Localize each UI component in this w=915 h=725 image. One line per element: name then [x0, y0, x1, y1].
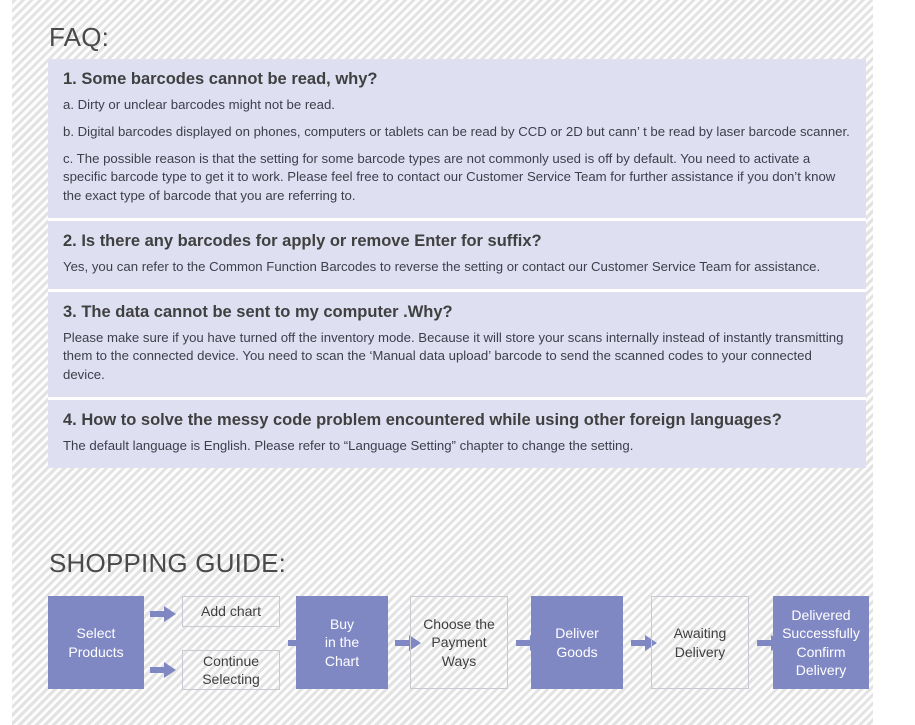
flow-node-line: Successfully — [782, 625, 860, 642]
flow-node-line: Add chart — [201, 603, 261, 620]
faq-answer: The default language is English. Please … — [63, 438, 634, 454]
faq-question: 2. Is there any barcodes for apply or re… — [63, 231, 542, 250]
shopping-guide-flow: Select Products Add chart Continue Selec… — [48, 593, 878, 691]
right-block-arrow-icon — [150, 606, 176, 622]
faq-question: 1. Some barcodes cannot be read, why? — [63, 70, 378, 88]
right-block-arrow-icon — [150, 662, 176, 678]
flow-node-line: Goods — [556, 643, 598, 660]
flow-node-line: Deliver — [555, 625, 599, 642]
flow-node-line: in the — [324, 634, 360, 651]
faq-answer: c. The possible reason is that the setti… — [63, 150, 836, 204]
page-canvas: FAQ: 1. Some barcodes cannot be read, wh… — [0, 0, 915, 725]
flow-node-line: Products — [68, 643, 124, 660]
faq-item: 2. Is there any barcodes for apply or re… — [48, 221, 866, 292]
faq-answer: a. Dirty or unclear barcodes might not b… — [63, 97, 335, 113]
flow-node-choose-payment-ways: Choose the Payment Ways — [410, 596, 508, 689]
flow-node-line: Delivery — [674, 643, 726, 660]
flow-node-line: Choose the — [423, 615, 495, 632]
flow-node-line: Confirm — [796, 643, 846, 660]
flow-node-line: Delivered — [791, 606, 851, 623]
flow-node-buy-in-the-chart: Buy in the Chart — [296, 596, 388, 689]
flow-node-add-chart: Add chart — [182, 596, 280, 627]
flow-node-line: Delivery — [795, 661, 847, 678]
flow-node-line: Select — [76, 625, 116, 642]
flow-node-line: Awaiting — [673, 625, 727, 642]
faq-panel: 1. Some barcodes cannot be read, why? a.… — [48, 59, 866, 468]
faq-item: 3. The data cannot be sent to my compute… — [48, 292, 866, 400]
faq-answer: b. Digital barcodes displayed on phones,… — [63, 123, 850, 139]
flow-node-line: Payment — [431, 634, 487, 651]
flow-node-line: Chart — [324, 652, 360, 669]
flow-node-line: Buy — [329, 615, 355, 632]
flow-node-line: Selecting — [202, 671, 260, 687]
flow-node-line: Continue — [202, 652, 260, 669]
faq-answer: Please make sure if you have turned off … — [63, 329, 844, 383]
faq-item: 1. Some barcodes cannot be read, why? a.… — [48, 59, 866, 221]
flow-node-select-products: Select Products — [48, 596, 144, 689]
faq-item: 4. How to solve the messy code problem e… — [48, 400, 866, 468]
faq-section-title: FAQ: — [49, 22, 110, 52]
flow-node-deliver-goods: Deliver Goods — [531, 596, 623, 689]
flow-node-continue-selecting: Continue Selecting — [182, 650, 280, 690]
flow-node-line: Ways — [441, 652, 477, 669]
flow-node-delivered-successfully: Delivered Successfully Confirm Delivery — [773, 596, 869, 689]
faq-question: 3. The data cannot be sent to my compute… — [63, 302, 453, 321]
shopping-guide-section-title: SHOPPING GUIDE: — [49, 548, 287, 578]
faq-answer: Yes, you can refer to the Common Functio… — [63, 258, 821, 274]
flow-node-awaiting-delivery: Awaiting Delivery — [651, 596, 749, 689]
faq-question: 4. How to solve the messy code problem e… — [63, 410, 782, 429]
